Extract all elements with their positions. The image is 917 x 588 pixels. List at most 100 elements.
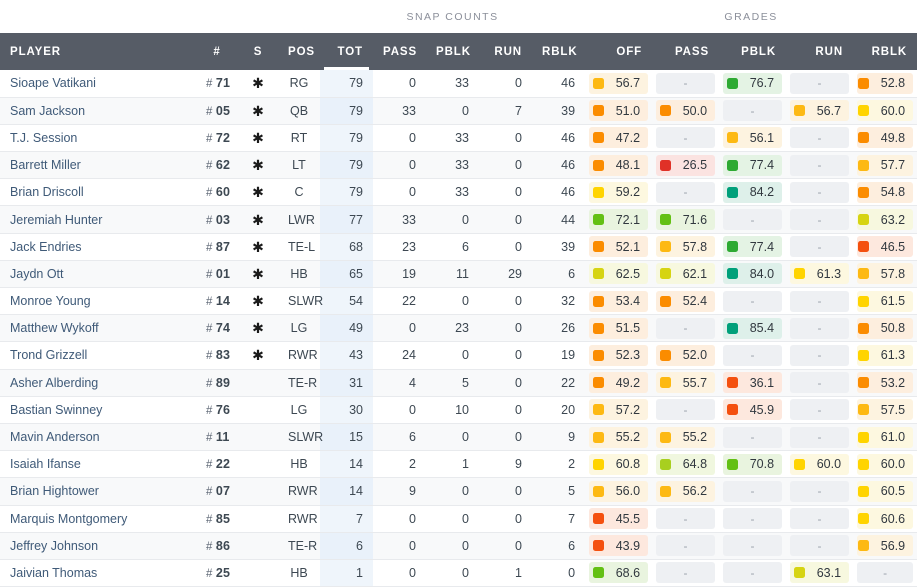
grade-chip: 57.2 (589, 399, 649, 421)
snap-pblk-cell: 33 (426, 70, 479, 98)
player-name-link[interactable]: Mavin Anderson (10, 430, 100, 444)
col-header-position[interactable]: POS (278, 33, 320, 70)
player-name-link[interactable]: Trond Grizzell (10, 348, 87, 362)
snap-tot-cell: 79 (320, 151, 373, 180)
col-header-snap-run[interactable]: RUN (479, 33, 532, 70)
player-name-link[interactable]: Sam Jackson (10, 104, 85, 118)
col-header-snap-pass[interactable]: PASS (373, 33, 426, 70)
grade-value: 56.0 (615, 484, 641, 499)
snap-pblk-cell: 0 (426, 287, 479, 316)
player-name-link[interactable]: Brian Hightower (10, 484, 99, 498)
player-name-link[interactable]: Sioape Vatikani (10, 76, 96, 90)
hash-symbol: # (206, 187, 213, 200)
col-header-snap-tot[interactable]: TOT (320, 33, 373, 70)
grade-color-swatch-icon (593, 132, 605, 144)
col-header-player[interactable]: PLAYER (0, 33, 196, 70)
player-name-cell: Bastian Swinney (0, 396, 196, 424)
player-name-link[interactable]: Matthew Wykoff (10, 321, 99, 335)
grade-chip: 76.7 (723, 72, 783, 94)
snap-pblk-cell: 10 (426, 396, 479, 424)
grade-pass-cell: - (652, 178, 720, 207)
player-name-link[interactable]: Brian Driscoll (10, 185, 84, 199)
player-name-link[interactable]: Asher Alberding (10, 376, 98, 390)
col-header-grade-run[interactable]: RUN (786, 33, 854, 70)
grade-off-cell: 49.2 (585, 369, 653, 397)
grade-value: 57.2 (615, 402, 641, 417)
col-header-grade-rblk[interactable]: RBLK (853, 33, 917, 70)
grade-value: 59.2 (615, 185, 641, 200)
grade-value: 51.0 (615, 103, 641, 118)
starter-asterisk-icon: ✱ (252, 293, 264, 310)
player-name-link[interactable]: Jeffrey Johnson (10, 539, 98, 553)
snap-pblk-cell: 11 (426, 260, 479, 289)
grade-value: 57.7 (880, 158, 906, 173)
player-number: 62 (215, 158, 231, 173)
starter-cell (238, 396, 278, 424)
grade-empty: - (656, 535, 716, 557)
snap-pblk-cell: 0 (426, 559, 479, 588)
grade-empty: - (790, 236, 850, 258)
player-name-link[interactable]: Isaiah Ifanse (10, 457, 81, 471)
starter-cell: ✱ (238, 178, 278, 207)
player-name-link[interactable]: Bastian Swinney (10, 403, 102, 417)
grade-pblk-cell: - (719, 205, 787, 234)
col-header-grade-pblk[interactable]: PBLK (719, 33, 787, 70)
starter-asterisk-icon: ✱ (252, 238, 264, 255)
snap-pass-cell: 6 (373, 423, 426, 452)
grade-run-cell: 61.3 (786, 260, 854, 289)
snap-pblk-cell: 33 (426, 178, 479, 207)
snap-run-cell: 29 (479, 260, 532, 289)
grade-run-cell: - (786, 124, 854, 153)
position-cell: HB (278, 260, 320, 289)
snap-tot-cell: 6 (320, 532, 373, 560)
grade-value: 48.1 (615, 158, 641, 173)
player-name-link[interactable]: Barrett Miller (10, 158, 81, 172)
grade-value: 64.8 (682, 457, 708, 472)
player-number: 25 (215, 565, 231, 580)
grade-empty: - (723, 508, 783, 530)
grade-pass-cell: 50.0 (652, 97, 720, 125)
player-number-cell: # 85 (196, 505, 238, 533)
col-header-number[interactable]: # (196, 33, 238, 70)
player-name-link[interactable]: Marquis Montgomery (10, 512, 127, 526)
grade-rblk-cell: 57.5 (853, 396, 917, 424)
player-number-cell: # 11 (196, 423, 238, 452)
grade-value: 45.9 (749, 402, 775, 417)
player-name-link[interactable]: Jaivian Thomas (10, 566, 97, 580)
position-cell: TE-R (278, 369, 320, 397)
grade-run-cell: 60.0 (786, 450, 854, 479)
snap-pass-cell: 0 (373, 151, 426, 180)
player-name-link[interactable]: Jeremiah Hunter (10, 213, 102, 227)
player-name-link[interactable]: Monroe Young (10, 294, 91, 308)
col-header-grade-pass[interactable]: PASS (652, 33, 720, 70)
player-name-link[interactable]: Jaydn Ott (10, 267, 64, 281)
snap-pass-cell: 0 (373, 532, 426, 560)
grade-value: 55.2 (682, 430, 708, 445)
grade-value: 54.8 (880, 185, 906, 200)
snap-rblk-cell: 22 (532, 369, 586, 397)
col-header-starter[interactable]: S (238, 33, 278, 70)
player-name-link[interactable]: T.J. Session (10, 131, 77, 145)
player-name-cell: Isaiah Ifanse (0, 450, 196, 479)
starter-asterisk-icon: ✱ (252, 75, 264, 92)
grade-color-swatch-icon (858, 513, 870, 525)
grade-value: 77.4 (749, 158, 775, 173)
col-header-snap-rblk[interactable]: RBLK (532, 33, 586, 70)
snap-run-cell: 0 (479, 369, 532, 397)
grade-chip: 48.1 (589, 154, 649, 176)
col-header-grade-off[interactable]: OFF (585, 33, 653, 70)
grade-run-cell: - (786, 423, 854, 452)
grade-chip: 77.4 (723, 236, 783, 258)
grade-value: 56.2 (682, 484, 708, 499)
snap-pass-cell: 0 (373, 559, 426, 588)
grade-empty: - (790, 209, 850, 231)
col-header-snap-pblk[interactable]: PBLK (426, 33, 479, 70)
grade-run-cell: - (786, 532, 854, 560)
grade-color-swatch-icon (660, 458, 672, 470)
player-number: 11 (215, 430, 230, 445)
grade-run-cell: - (786, 314, 854, 343)
player-name-link[interactable]: Jack Endries (10, 240, 82, 254)
grade-empty: - (790, 480, 850, 502)
grade-value: 61.0 (880, 430, 906, 445)
grade-color-swatch-icon (858, 485, 870, 497)
